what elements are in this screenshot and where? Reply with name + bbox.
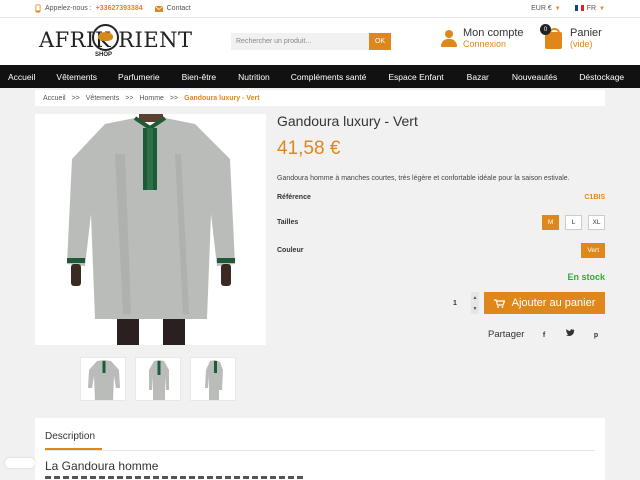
color-label: Couleur xyxy=(277,247,304,254)
description-heading: La Gandoura homme xyxy=(45,459,159,473)
cart-subtitle: (vide) xyxy=(570,39,593,49)
product-price: 41,58 € xyxy=(277,138,341,159)
nav-item-nouveautes[interactable]: Nouveautés xyxy=(512,72,557,82)
account-title: Mon compte xyxy=(463,27,524,39)
floating-toggle[interactable] xyxy=(5,458,35,468)
account-subtitle: Connexion xyxy=(463,39,507,49)
nav-item-nutrition[interactable]: Nutrition xyxy=(238,72,270,82)
stock-row: En stock xyxy=(277,272,605,282)
cart-count-badge: 0 xyxy=(540,24,551,35)
thumbnail[interactable] xyxy=(135,357,181,401)
search-bar: Rechercher un produit... OK xyxy=(231,33,391,50)
gandoura-image xyxy=(35,114,266,345)
tab-divider xyxy=(45,450,595,451)
share-label: Partager xyxy=(488,328,525,340)
account-link[interactable]: Mon compte Connexion xyxy=(440,27,524,49)
site-header: AFRIK RIENT SHOP Rechercher un produit..… xyxy=(0,18,640,65)
language-value: FR xyxy=(586,5,597,12)
thumbnail-image xyxy=(205,360,223,400)
reference-label: Référence xyxy=(277,194,311,201)
cart-link[interactable]: 0 Panier (vide) xyxy=(540,24,602,49)
thumbnail[interactable] xyxy=(80,357,126,401)
user-icon xyxy=(440,30,457,48)
size-option-m[interactable]: M xyxy=(542,215,560,230)
color-option-vert[interactable]: Vert xyxy=(581,243,605,258)
reference-value: C1BIS xyxy=(584,194,605,201)
twitter-icon[interactable] xyxy=(561,324,580,342)
description-text-cutoff xyxy=(45,476,305,479)
nav-item-destockage[interactable]: Déstockage xyxy=(579,72,624,82)
phone-number[interactable]: +33627393384 xyxy=(96,5,143,12)
nav-item-complements-sante[interactable]: Compléments santé xyxy=(291,72,367,82)
shopping-bag-icon: 0 xyxy=(540,24,562,49)
nav-item-parfumerie[interactable]: Parfumerie xyxy=(118,72,160,82)
breadcrumb-separator: >> xyxy=(169,94,179,102)
breadcrumb: Accueil >> Vêtements >> Homme >> Gandour… xyxy=(35,90,605,106)
flag-icon xyxy=(574,5,584,12)
add-to-cart-row: 1 ▲ ▼ Ajouter au panier xyxy=(277,292,605,314)
nav-item-espace-enfant[interactable]: Espace Enfant xyxy=(388,72,443,82)
product-info: Gandoura luxury - Vert 41,58 € Gandoura … xyxy=(277,113,605,345)
thumbnail[interactable] xyxy=(190,357,236,401)
product-title: Gandoura luxury - Vert xyxy=(277,113,418,129)
logo-subtext: SHOP xyxy=(95,51,113,58)
nav-item-bien-etre[interactable]: Bien-être xyxy=(182,72,217,82)
thumbnail-strip xyxy=(35,357,236,401)
site-logo[interactable]: AFRIK RIENT SHOP xyxy=(35,22,192,62)
search-button[interactable]: OK xyxy=(369,33,391,50)
sizes-row: Tailles M L XL xyxy=(277,215,605,230)
facebook-icon[interactable]: f xyxy=(535,326,554,345)
nav-item-accueil[interactable]: Accueil xyxy=(8,72,35,82)
chevron-down-icon: ▼ xyxy=(599,6,605,12)
top-bar: Appelez-nous : +33627393384 Contact EUR … xyxy=(0,0,640,18)
main-nav: Accueil Vêtements Parfumerie Bien-être N… xyxy=(0,65,640,88)
product-short-description: Gandoura homme à manches courtes, très l… xyxy=(277,175,570,182)
logo-emblem xyxy=(92,23,119,51)
nav-item-vetements[interactable]: Vêtements xyxy=(56,72,97,82)
chevron-down-icon: ▼ xyxy=(554,6,561,12)
thumbnail-image xyxy=(149,360,169,400)
nav-item-bazar[interactable]: Bazar xyxy=(467,72,489,82)
phone-label: Appelez-nous : xyxy=(45,5,92,12)
quantity-down-icon[interactable]: ▼ xyxy=(471,303,479,314)
search-input[interactable]: Rechercher un produit... xyxy=(231,33,369,50)
breadcrumb-current: Gandoura luxury - Vert xyxy=(184,94,260,102)
envelope-icon xyxy=(154,5,163,12)
size-option-l[interactable]: L xyxy=(565,215,583,230)
currency-value: EUR € xyxy=(531,5,552,12)
phone-icon xyxy=(35,4,41,13)
thumbnail-image xyxy=(88,360,120,400)
quantity-up-icon[interactable]: ▲ xyxy=(471,292,479,303)
tab-active-indicator xyxy=(45,448,102,450)
cart-icon xyxy=(493,298,505,308)
language-selector[interactable]: FR ▼ xyxy=(574,5,605,12)
pinterest-icon[interactable]: p xyxy=(587,326,605,345)
product-main-image[interactable] xyxy=(35,114,266,345)
breadcrumb-item[interactable]: Accueil xyxy=(43,95,66,102)
sizes-label: Tailles xyxy=(277,219,299,226)
breadcrumb-separator: >> xyxy=(71,94,80,102)
add-to-cart-label: Ajouter au panier xyxy=(511,297,596,309)
tab-description[interactable]: Description xyxy=(45,431,95,442)
reference-row: Référence C1BIS xyxy=(277,194,605,201)
quantity-stepper[interactable]: 1 ▲ ▼ xyxy=(446,292,479,314)
cart-title: Panier xyxy=(570,27,602,39)
size-option-xl[interactable]: XL xyxy=(588,215,605,230)
currency-selector[interactable]: EUR € ▼ xyxy=(531,5,561,12)
breadcrumb-item[interactable]: Vêtements xyxy=(86,95,119,102)
phone-info: Appelez-nous : +33627393384 xyxy=(35,4,143,13)
description-panel: Description La Gandoura homme xyxy=(35,418,605,480)
quantity-input[interactable]: 1 xyxy=(446,292,471,314)
share-row: Partager f p xyxy=(277,324,605,345)
contact-label: Contact xyxy=(166,5,191,12)
breadcrumb-item[interactable]: Homme xyxy=(139,95,164,102)
breadcrumb-separator: >> xyxy=(125,94,134,102)
add-to-cart-button[interactable]: Ajouter au panier xyxy=(484,292,605,314)
color-row: Couleur Vert xyxy=(277,243,605,258)
stock-status: En stock xyxy=(567,272,605,282)
contact-link[interactable]: Contact xyxy=(154,5,191,12)
